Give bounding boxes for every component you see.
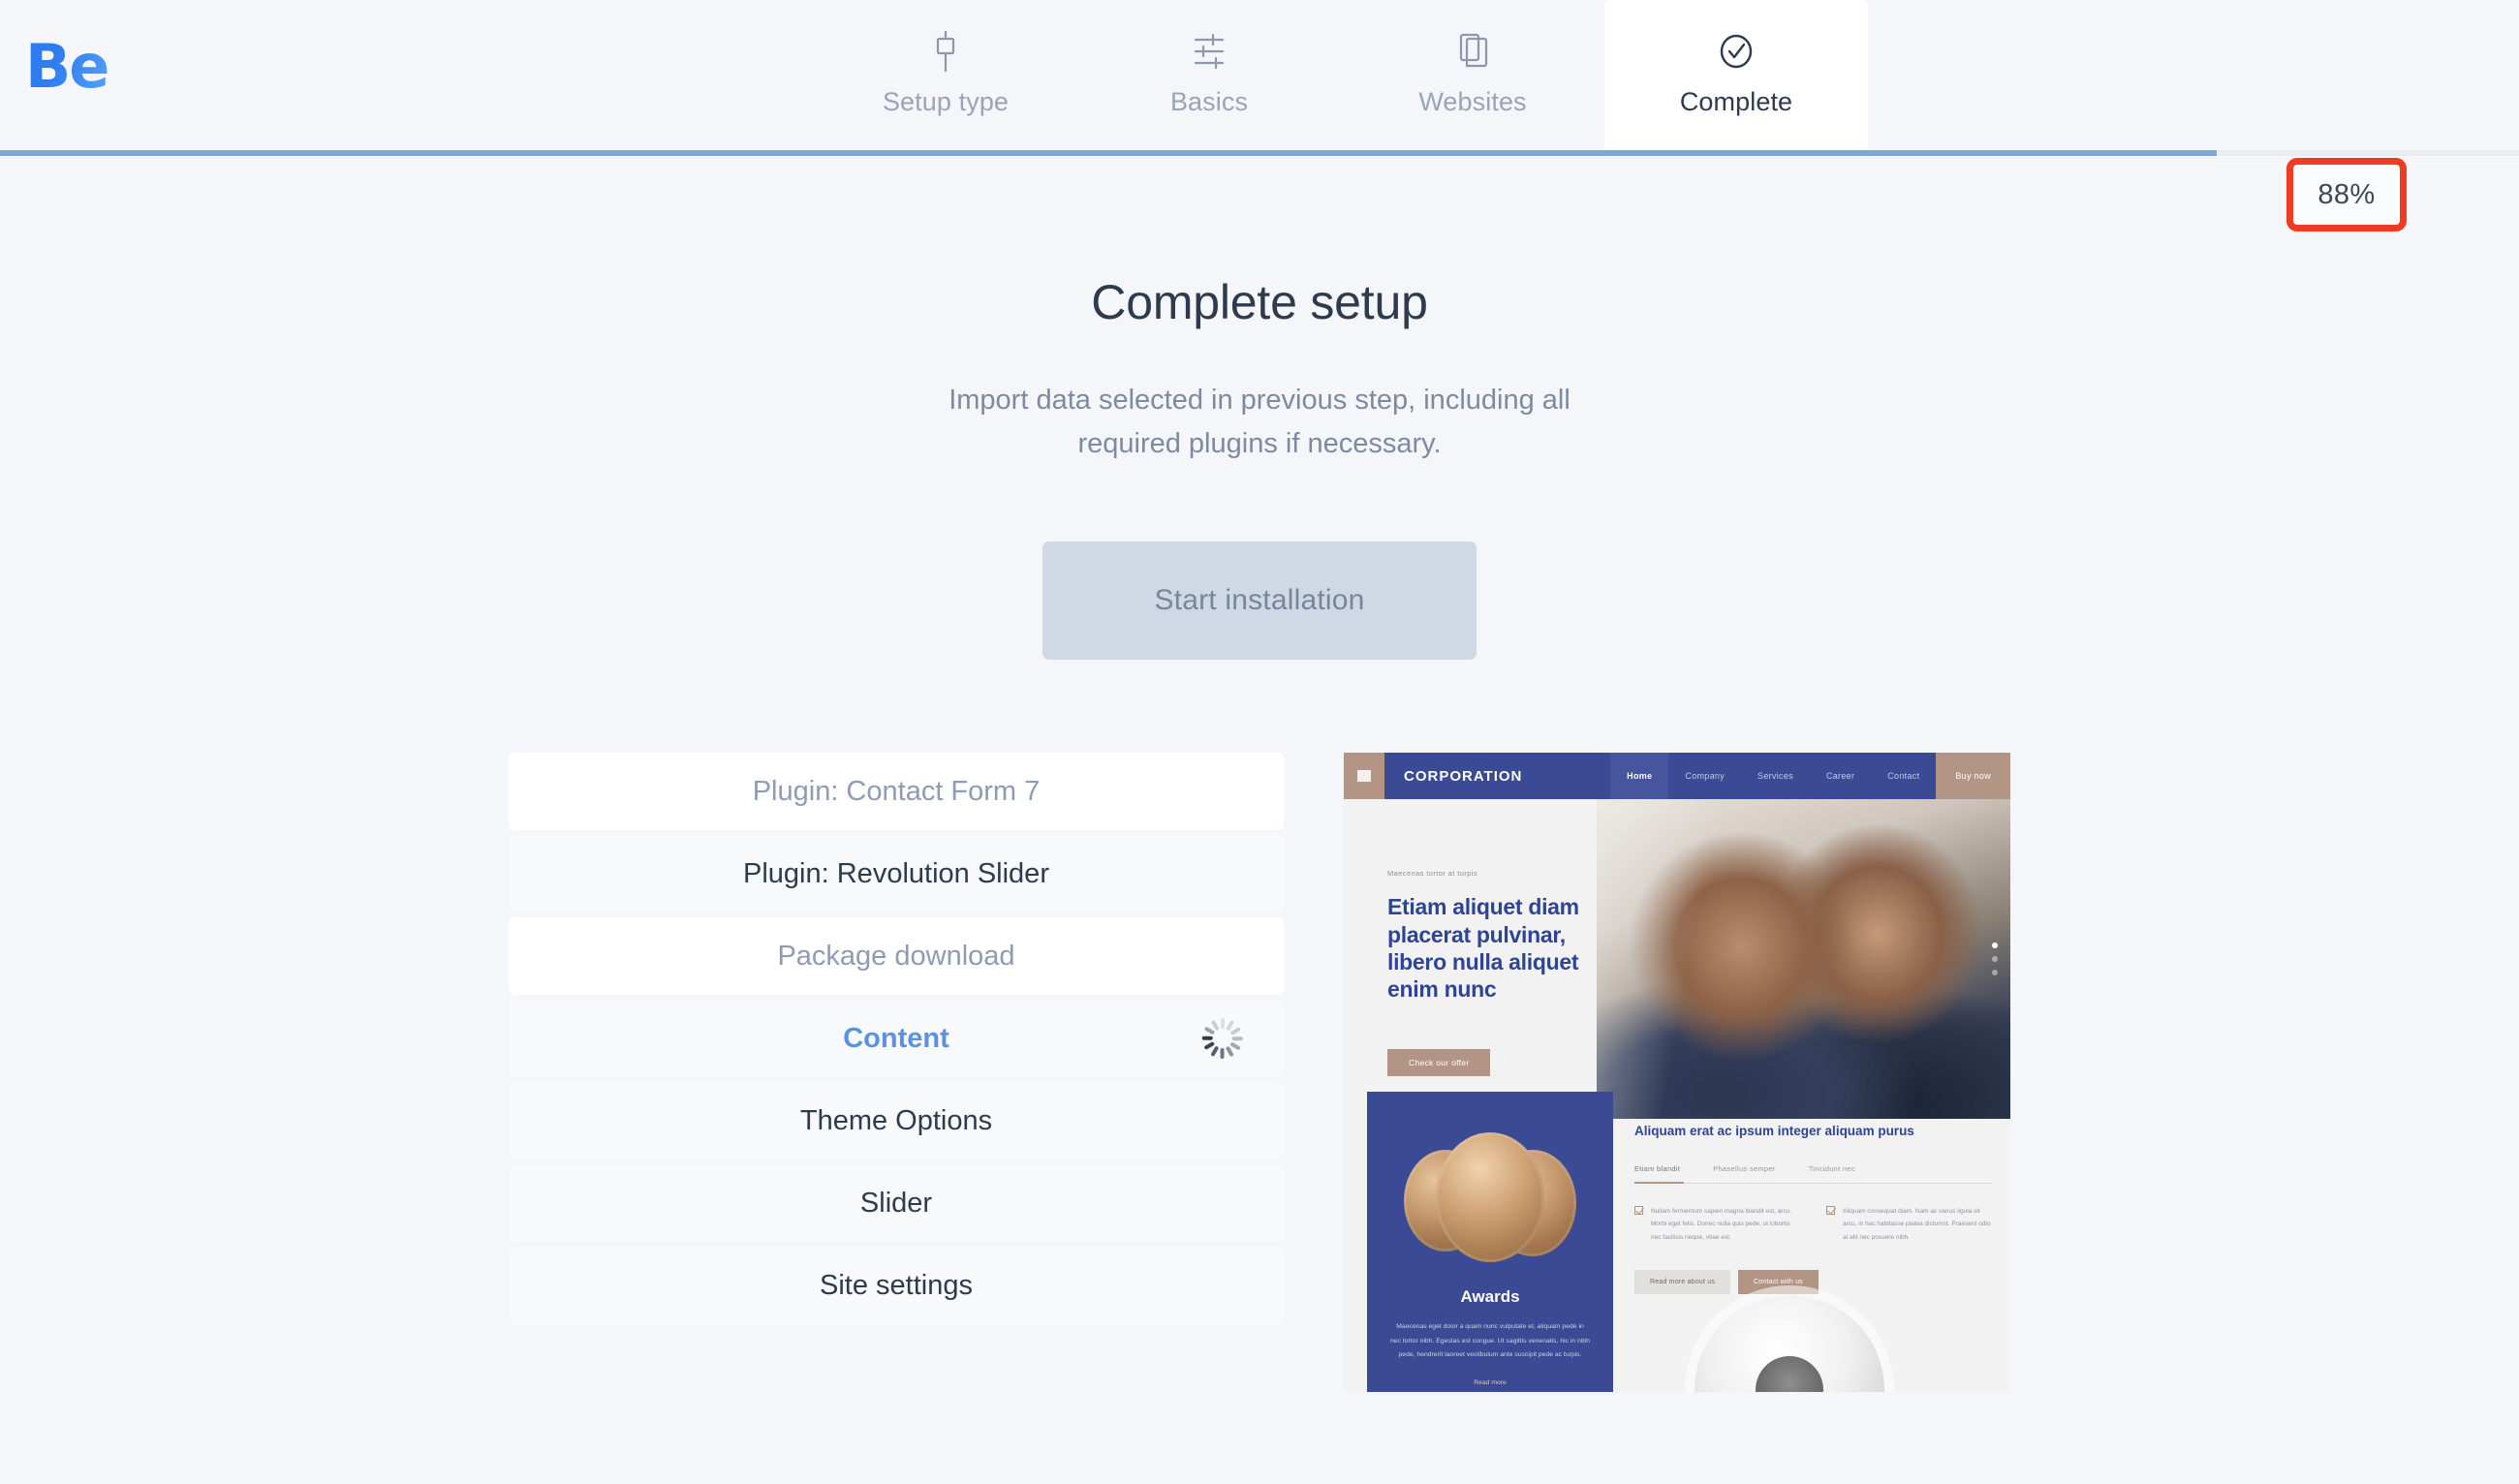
preview-panel: Aliquam erat ac ipsum integer aliquam pu… (1634, 1123, 1993, 1294)
task-label: Site settings (820, 1269, 973, 1301)
copy-pages-icon (1451, 21, 1494, 81)
progress-percent-badge: 88% (2288, 160, 2405, 230)
preview-hero-cta-button: Check our offer (1387, 1048, 1491, 1076)
task-label: Slider (859, 1187, 933, 1219)
setup-type-icon (924, 21, 967, 81)
preview-lower-section: Awards Maecenas eget dolor a quam nunc v… (1344, 1092, 2010, 1393)
preview-navbar: CORPORATION Home Company Services Career… (1344, 753, 2010, 800)
page-subtitle: Import data selected in previous step, i… (949, 385, 1570, 460)
preview-panel-tab: Tincidunt nec (1808, 1163, 1855, 1173)
preview-panel-title: Aliquam erat ac ipsum integer aliquam pu… (1634, 1124, 1914, 1139)
tab-websites[interactable]: Websites (1341, 0, 1604, 150)
check-icon (1826, 1205, 1835, 1215)
task-label: Content (843, 1022, 949, 1054)
sliders-icon (1188, 21, 1230, 81)
preview-bullet-text: Nullam fermentum sapien magna blandit es… (1651, 1207, 1792, 1241)
check-circle-icon (1714, 21, 1758, 81)
task-row: Site settings (509, 1247, 1284, 1325)
preview-logo-icon (1344, 753, 1384, 800)
main-content: Complete setup Import data selected in p… (0, 274, 2519, 1393)
task-row: Plugin: Contact Form 7 (509, 753, 1284, 831)
setup-progress-fill (0, 150, 2217, 156)
check-icon (1634, 1205, 1643, 1215)
preview-panel-tab: Phasellus semper (1713, 1163, 1776, 1173)
installation-task-list: Plugin: Contact Form 7 Plugin: Revolutio… (509, 753, 1284, 1392)
setup-wizard-tabs: Setup type Basics Websites Complete (814, 0, 1868, 153)
start-installation-button[interactable]: Start installation (1042, 541, 1477, 661)
loading-spinner-icon (1202, 1018, 1243, 1060)
preview-menu-item: Company (1685, 771, 1726, 782)
coin-icon (1436, 1132, 1544, 1263)
preview-menu-item: Home (1610, 753, 1669, 800)
start-installation-wrap: Start installation (0, 541, 2519, 661)
tab-complete[interactable]: Complete (1604, 0, 1868, 150)
preview-hero: Maecenas tortor at turpis Etiam aliquet … (1344, 799, 2010, 1120)
setup-progress-bar (0, 150, 2519, 156)
preview-hero-eyebrow: Maecenas tortor at turpis (1387, 869, 1477, 879)
preview-panel-bullets: Nullam fermentum sapien magna blandit es… (1634, 1205, 1993, 1245)
preview-bullet: Nullam fermentum sapien magna blandit es… (1634, 1205, 1801, 1245)
tab-basics[interactable]: Basics (1077, 0, 1341, 150)
preview-awards-title: Awards (1460, 1287, 1520, 1307)
preview-read-more-button: Read more about us (1634, 1269, 1731, 1294)
task-row: Slider (509, 1164, 1284, 1243)
tab-websites-label: Websites (1418, 87, 1527, 116)
tab-setup-type[interactable]: Setup type (814, 0, 1077, 150)
task-label: Plugin: Revolution Slider (743, 857, 1049, 889)
task-row-active: Content (509, 1000, 1284, 1078)
tab-complete-label: Complete (1679, 87, 1793, 116)
preview-awards-card: Awards Maecenas eget dolor a quam nunc v… (1367, 1092, 1613, 1393)
preview-award-coins (1390, 1119, 1590, 1274)
tab-setup-type-label: Setup type (882, 87, 1010, 116)
task-label: Theme Options (799, 1104, 993, 1136)
preview-menu-cta: Buy now (1936, 753, 2010, 800)
theme-preview-image: CORPORATION Home Company Services Career… (1344, 753, 2010, 1393)
preview-awards-link: Read more (1474, 1379, 1507, 1387)
preview-brand: CORPORATION (1404, 767, 1523, 785)
preview-hero-photo (1597, 799, 2010, 1120)
preview-bullet-text: Aliquam consequat diam. Nam ac varius li… (1843, 1207, 1991, 1241)
task-row: Package download (509, 917, 1284, 996)
preview-menu-item: Career (1825, 771, 1855, 782)
preview-menu-item: Contact (1887, 771, 1920, 782)
preview-bullet: Aliquam consequat diam. Nam ac varius li… (1826, 1205, 1993, 1245)
task-label: Package download (777, 940, 1015, 972)
preview-hero-text: Maecenas tortor at turpis Etiam aliquet … (1387, 869, 1630, 1113)
preview-hero-headline: Etiam aliquet diam placerat pulvinar, li… (1387, 894, 1579, 1002)
preview-panel-tabs: Etiam blandit Phasellus semper Tincidunt… (1634, 1164, 1993, 1184)
progress-percent-label: 88% (2317, 178, 2376, 210)
app-header: Be Setup type Basics Websites Complete 8… (0, 0, 2519, 232)
preview-decorative-orb (1695, 1295, 1884, 1393)
task-label: Plugin: Contact Form 7 (752, 775, 1041, 807)
install-progress-section: Plugin: Contact Form 7 Plugin: Revolutio… (0, 753, 2519, 1393)
task-row: Plugin: Revolution Slider (509, 835, 1284, 913)
preview-awards-copy: Maecenas eget dolor a quam nunc vulputat… (1390, 1323, 1590, 1358)
tab-basics-label: Basics (1169, 87, 1249, 116)
preview-contact-button: Contact with us (1738, 1269, 1819, 1294)
preview-menu-item: Services (1757, 771, 1793, 782)
be-logo: Be (25, 31, 109, 102)
page-title: Complete setup (1091, 275, 1428, 329)
preview-slider-dots (1992, 943, 1998, 976)
preview-menu: Home Company Services Career Contact Buy… (1610, 753, 2010, 800)
task-row: Theme Options (509, 1082, 1284, 1160)
preview-panel-tab: Etiam blandit (1634, 1163, 1685, 1184)
preview-panel-buttons: Read more about us Contact with us (1634, 1269, 1993, 1294)
